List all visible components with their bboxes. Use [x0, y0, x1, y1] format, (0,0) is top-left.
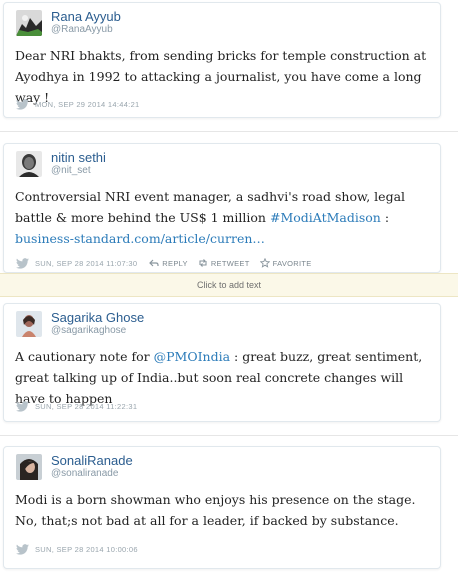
- author-name[interactable]: Sagarika Ghose: [51, 310, 144, 325]
- tweet-meta: SUN, SEP 28 2014 11:22:31: [16, 400, 137, 412]
- author-name[interactable]: Rana Ayyub: [51, 9, 121, 24]
- hashtag-link[interactable]: #ModiAtMadison: [270, 210, 381, 225]
- author-handle[interactable]: @RanaAyyub: [51, 24, 113, 35]
- retweet-button[interactable]: RETWEET: [198, 258, 250, 268]
- retweet-icon: [199, 259, 207, 267]
- mention-link[interactable]: @PMOIndia: [154, 349, 230, 364]
- click-to-add-text[interactable]: Click to add text: [0, 273, 458, 297]
- author-name[interactable]: nitin sethi: [51, 150, 106, 165]
- tweet-card[interactable]: SonaliRanade @sonaliranade Modi is a bor…: [3, 446, 441, 569]
- twitter-bird-icon[interactable]: [16, 257, 29, 269]
- avatar[interactable]: [16, 311, 42, 337]
- divider: [0, 131, 458, 132]
- author-handle[interactable]: @sonaliranade: [51, 468, 118, 479]
- author-name[interactable]: SonaliRanade: [51, 453, 133, 468]
- avatar[interactable]: [16, 151, 42, 177]
- avatar-image: [16, 151, 42, 177]
- timestamp[interactable]: SUN, SEP 28 2014 10:00:06: [35, 545, 138, 554]
- tweet-meta: MON, SEP 29 2014 14:44:21: [16, 98, 140, 110]
- timestamp[interactable]: SUN, SEP 28 2014 11:22:31: [35, 402, 137, 411]
- reply-button[interactable]: REPLY: [149, 258, 188, 268]
- avatar[interactable]: [16, 10, 42, 36]
- favorite-label: FAVORITE: [272, 258, 312, 268]
- tweet-text-content: A cautionary note for: [15, 349, 154, 364]
- twitter-bird-icon[interactable]: [16, 400, 29, 412]
- tweet-text-content: Dear NRI bhakts, from sending bricks for…: [15, 48, 427, 105]
- timestamp[interactable]: SUN, SEP 28 2014 11:07:30: [35, 259, 137, 268]
- tweet-card[interactable]: nitin sethi @nit_set Controversial NRI e…: [3, 143, 441, 273]
- tweet-text-content: Modi is a born showman who enjoys his pr…: [15, 492, 416, 528]
- url-link[interactable]: business-standard.com/article/curren…: [15, 231, 265, 246]
- avatar-image: [16, 454, 42, 480]
- tweet-meta: SUN, SEP 28 2014 11:07:30 REPLY RETWEET …: [16, 257, 312, 269]
- retweet-label: RETWEET: [210, 258, 250, 268]
- twitter-bird-icon[interactable]: [16, 543, 29, 555]
- tweet-text: Modi is a born showman who enjoys his pr…: [15, 489, 435, 531]
- favorite-button[interactable]: FAVORITE: [259, 258, 312, 268]
- tweet-text-content: :: [380, 210, 390, 225]
- tweet-card[interactable]: Rana Ayyub @RanaAyyub Dear NRI bhakts, f…: [3, 2, 441, 118]
- tweet-text: Controversial NRI event manager, a sadhv…: [15, 186, 435, 249]
- reply-arrow-icon: [149, 259, 159, 267]
- reply-label: REPLY: [162, 258, 188, 268]
- tweet-card[interactable]: Sagarika Ghose @sagarikaghose A cautiona…: [3, 303, 441, 422]
- twitter-bird-icon[interactable]: [16, 98, 29, 110]
- tweet-actions: REPLY RETWEET FAVORITE: [149, 258, 311, 268]
- divider: [0, 435, 458, 436]
- avatar[interactable]: [16, 454, 42, 480]
- timestamp[interactable]: MON, SEP 29 2014 14:44:21: [35, 100, 140, 109]
- avatar-image: [16, 10, 42, 36]
- tweet-meta: SUN, SEP 28 2014 10:00:06: [16, 543, 138, 555]
- star-icon: [259, 258, 270, 268]
- author-handle[interactable]: @nit_set: [51, 165, 91, 176]
- author-handle[interactable]: @sagarikaghose: [51, 325, 126, 336]
- avatar-image: [16, 311, 42, 337]
